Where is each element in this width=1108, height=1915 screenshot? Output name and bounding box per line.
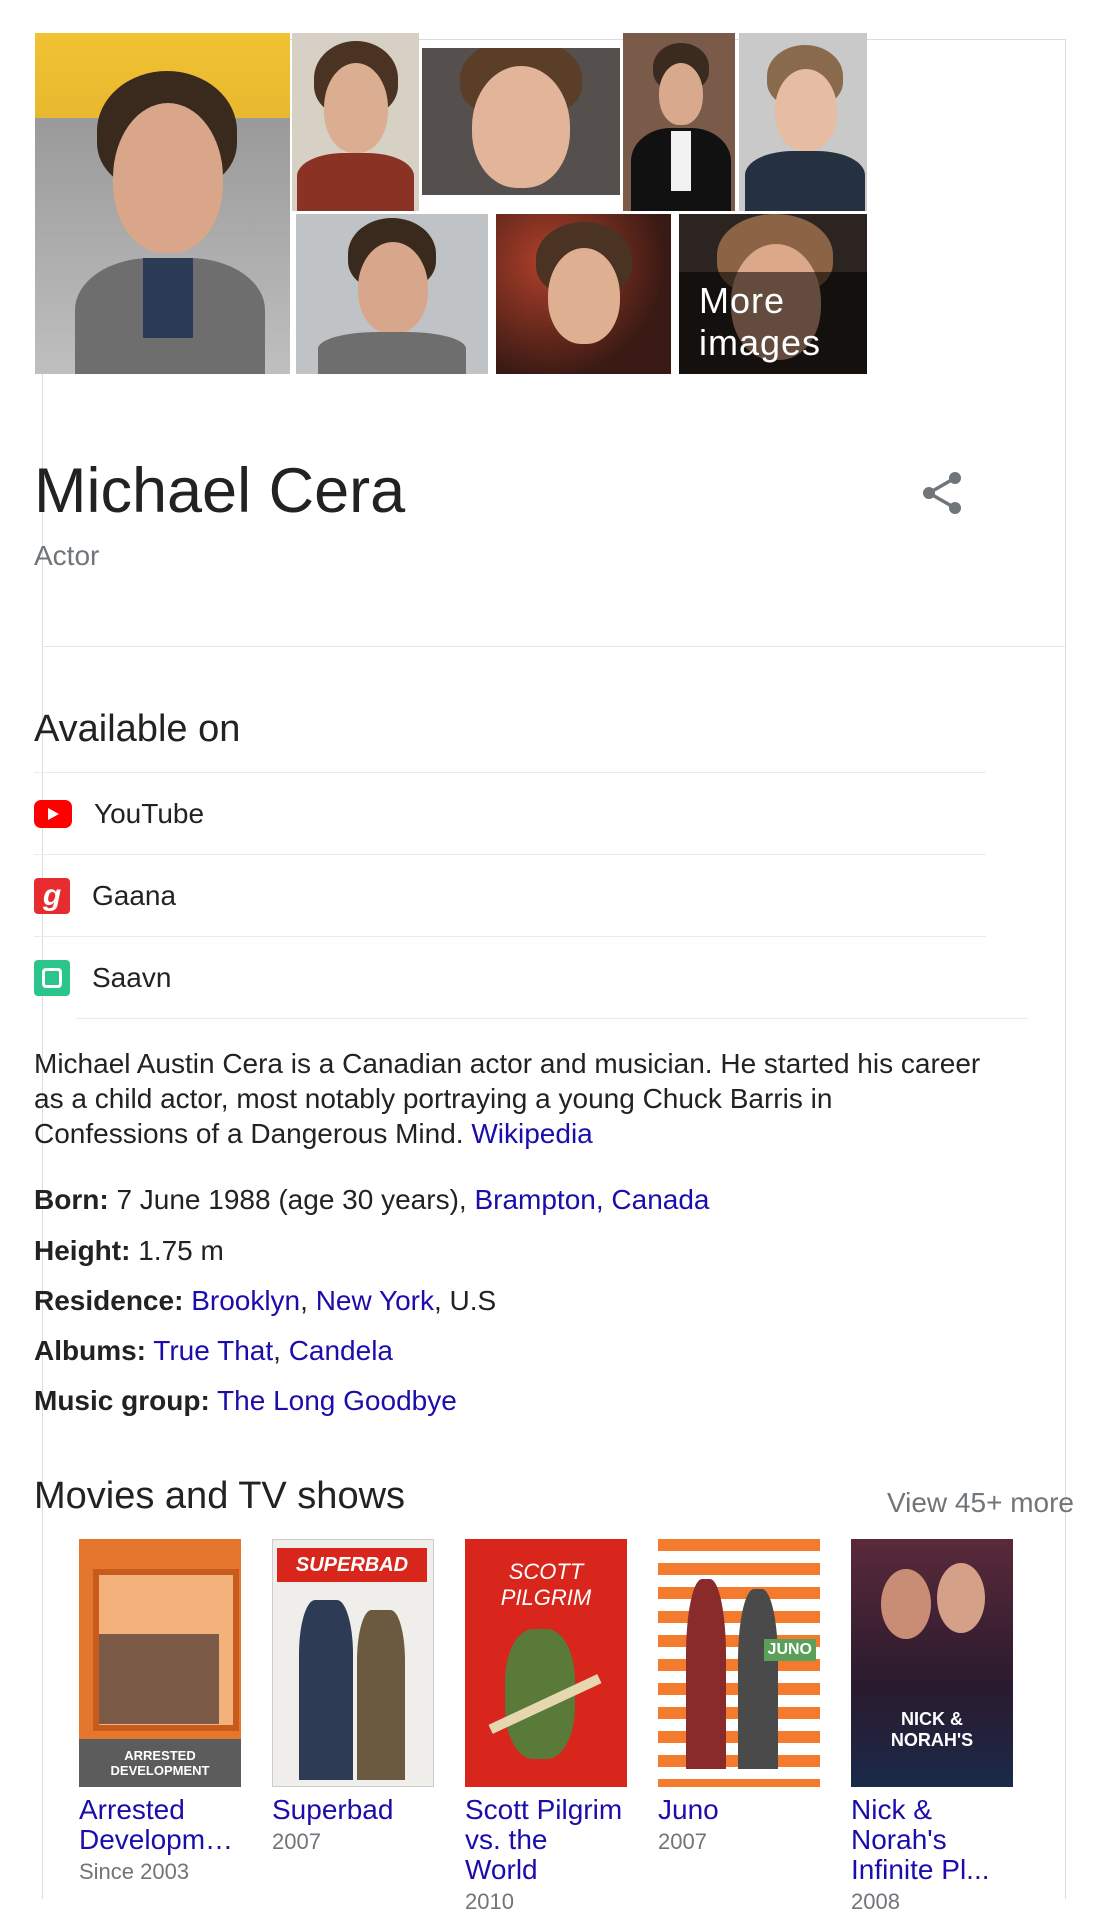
- movie-card-superbad[interactable]: SUPERBAD Superbad 2007: [272, 1539, 434, 1855]
- movie-title[interactable]: Superbad: [272, 1795, 434, 1825]
- available-on-label: Gaana: [92, 880, 177, 911]
- movie-title[interactable]: Nick & Norah's Infinite Pl...: [851, 1795, 1013, 1885]
- fact-height: Height: 1.75 m: [34, 1235, 224, 1267]
- fact-label: Albums:: [34, 1335, 146, 1366]
- movie-title[interactable]: Scott Pilgrim vs. the World: [465, 1795, 627, 1885]
- entity-description: Michael Austin Cera is a Canadian actor …: [34, 1046, 994, 1151]
- poster-text: JUNO: [763, 1639, 816, 1661]
- movie-title[interactable]: Juno: [658, 1795, 820, 1825]
- album-link-true-that[interactable]: True That: [153, 1335, 273, 1366]
- divider: [42, 646, 1066, 647]
- music-group-link[interactable]: The Long Goodbye: [217, 1385, 457, 1416]
- fact-label: Height:: [34, 1235, 131, 1266]
- share-button[interactable]: [918, 468, 968, 518]
- fact-albums: Albums: True That, Candela: [34, 1335, 393, 1367]
- youtube-icon: [34, 800, 72, 828]
- fact-value: 1.75 m: [138, 1235, 224, 1266]
- fact-residence: Residence: Brooklyn, New York, U.S: [34, 1285, 496, 1317]
- movie-year: 2007: [272, 1829, 321, 1854]
- movie-year: 2007: [658, 1829, 707, 1854]
- available-on-saavn[interactable]: Saavn: [34, 936, 986, 1019]
- image-thumb-3[interactable]: [623, 33, 735, 211]
- fact-value: , U.S: [433, 1285, 497, 1316]
- movie-poster: SCOTT PILGRIM: [465, 1539, 627, 1787]
- album-link-candela[interactable]: Candela: [289, 1335, 393, 1366]
- entity-title: Michael Cera: [34, 456, 406, 526]
- image-thumb-6[interactable]: [496, 214, 671, 374]
- residence-link-new-york[interactable]: New York: [316, 1285, 434, 1316]
- entity-subtitle: Actor: [34, 540, 100, 571]
- movie-poster: NICK & NORAH'S: [851, 1539, 1013, 1787]
- gaana-icon: g: [34, 878, 70, 914]
- fact-label: Music group:: [34, 1385, 210, 1416]
- poster-text: SUPERBAD: [277, 1548, 427, 1582]
- fact-born: Born: 7 June 1988 (age 30 years), Brampt…: [34, 1184, 710, 1216]
- movie-poster: ARRESTED DEVELOPMENT: [79, 1539, 241, 1787]
- movies-title: Movies and TV shows: [34, 1475, 406, 1517]
- available-on-youtube[interactable]: YouTube: [34, 772, 986, 855]
- wikipedia-link[interactable]: Wikipedia: [471, 1118, 592, 1149]
- poster-text: ARRESTED DEVELOPMENT: [79, 1739, 241, 1787]
- available-on-label: Saavn: [92, 962, 172, 993]
- saavn-icon: [34, 960, 70, 996]
- separator: ,: [273, 1335, 281, 1366]
- fact-music-group: Music group: The Long Goodbye: [34, 1385, 457, 1417]
- movie-poster: JUNO: [658, 1539, 820, 1787]
- image-thumb-4[interactable]: [739, 33, 867, 211]
- poster-text: NICK & NORAH'S: [890, 1709, 974, 1750]
- more-images-button[interactable]: More images: [679, 272, 867, 374]
- image-thumb-2[interactable]: [422, 48, 620, 195]
- birthplace-link[interactable]: Brampton, Canada: [474, 1184, 709, 1215]
- available-on-label: YouTube: [94, 798, 205, 829]
- view-more-link[interactable]: View 45+ more: [887, 1487, 1074, 1519]
- movie-title[interactable]: Arrested Developm…: [79, 1795, 241, 1855]
- movie-year: 2008: [851, 1889, 900, 1914]
- movie-poster: SUPERBAD: [272, 1539, 434, 1787]
- poster-text: SCOTT PILGRIM: [500, 1559, 592, 1610]
- image-thumb-7[interactable]: More images: [679, 214, 867, 374]
- image-thumb-5[interactable]: [296, 214, 488, 374]
- available-on-gaana[interactable]: g Gaana: [34, 854, 986, 937]
- movie-card-arrested-development[interactable]: ARRESTED DEVELOPMENT Arrested Developm… …: [79, 1539, 241, 1885]
- share-icon: [923, 472, 961, 514]
- movie-card-juno[interactable]: JUNO Juno 2007: [658, 1539, 820, 1855]
- movie-year: Since 2003: [79, 1859, 190, 1884]
- available-on-title: Available on: [34, 708, 241, 750]
- image-thumb-1[interactable]: [292, 33, 419, 211]
- movie-card-scott-pilgrim[interactable]: SCOTT PILGRIM Scott Pilgrim vs. the Worl…: [465, 1539, 627, 1915]
- separator: ,: [300, 1285, 308, 1316]
- fact-value: 7 June 1988 (age 30 years),: [116, 1184, 467, 1215]
- image-main[interactable]: [35, 33, 290, 374]
- movie-card-nick-and-norah[interactable]: NICK & NORAH'S Nick & Norah's Infinite P…: [851, 1539, 1013, 1915]
- fact-label: Residence:: [34, 1285, 184, 1316]
- residence-link-brooklyn[interactable]: Brooklyn: [191, 1285, 300, 1316]
- fact-label: Born:: [34, 1184, 109, 1215]
- movie-year: 2010: [465, 1889, 514, 1914]
- divider: [76, 1018, 1028, 1019]
